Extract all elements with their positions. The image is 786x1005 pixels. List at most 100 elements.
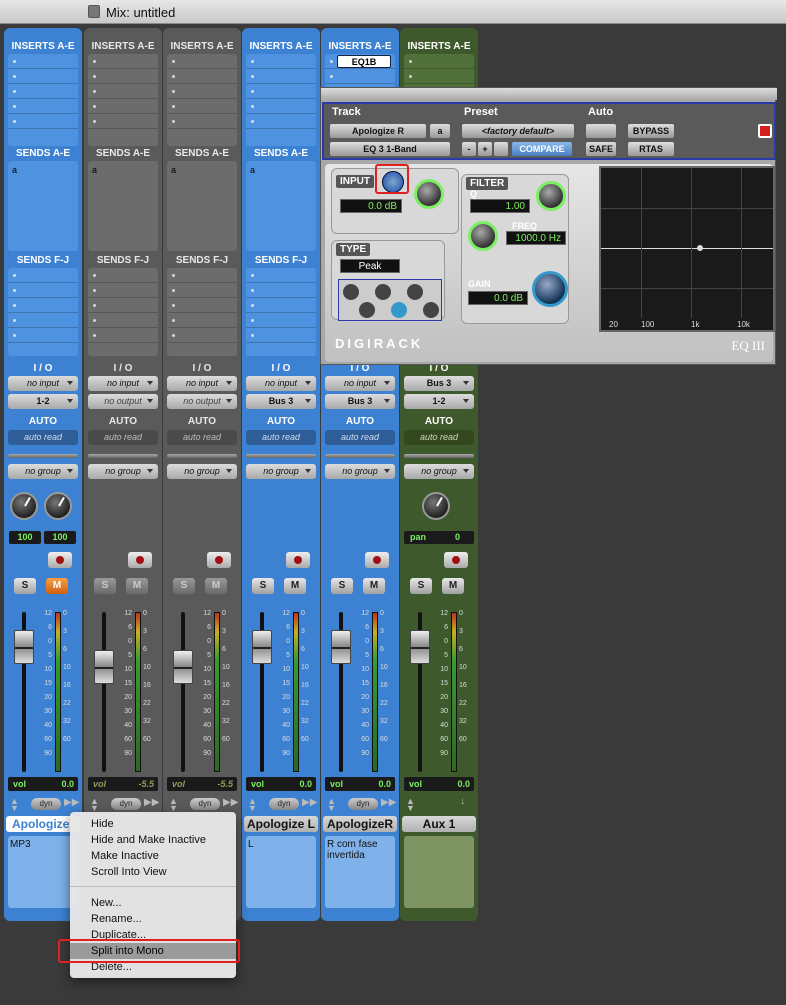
insert-slot[interactable] [88, 114, 158, 129]
insert-select[interactable]: EQ 3 1-Band [330, 142, 450, 156]
record-enable-button[interactable] [207, 552, 231, 568]
q-value[interactable]: 1.00 [470, 199, 530, 213]
volume-fader[interactable]: 12 6 0 5 10 15 20 30 40 60 90 0 3 6 10 16 22 32 60 [8, 608, 78, 783]
input-value[interactable]: 0.0 dB [340, 199, 402, 213]
insert-slot[interactable] [8, 84, 78, 99]
down-arrow-icon[interactable]: ↓ [460, 796, 465, 807]
volume-readout[interactable]: vol 0.0 [8, 777, 78, 791]
send-slot[interactable] [246, 328, 316, 343]
fader-cap[interactable] [252, 630, 272, 664]
group-selector[interactable]: no group [246, 464, 316, 479]
record-enable-button[interactable] [365, 552, 389, 568]
menu-item-hide[interactable]: Hide [70, 816, 236, 832]
input-selector[interactable]: Bus 3 [404, 376, 474, 391]
volume-fader[interactable]: 12 6 0 5 10 15 20 30 40 60 90 0 3 6 10 16 22 32 60 [246, 608, 316, 783]
dynamic-transport-button[interactable]: dyn [190, 798, 220, 810]
eq-curve-handle[interactable] [697, 245, 703, 251]
menu-item-scroll-into-view[interactable]: Scroll Into View [70, 864, 236, 880]
volume-fader[interactable]: 12 6 0 5 10 15 20 30 40 60 90 0 3 6 10 16 22 32 60 [88, 608, 158, 783]
output-selector[interactable]: no output [88, 394, 158, 409]
track-sub-select[interactable]: a [430, 124, 450, 138]
dynamic-transport-button[interactable]: dyn [269, 798, 299, 810]
send-slot[interactable] [167, 313, 237, 328]
send-slot[interactable] [88, 298, 158, 313]
fader-cap[interactable] [94, 650, 114, 684]
solo-button[interactable]: S [14, 578, 36, 594]
insert-slot[interactable] [167, 69, 237, 84]
fast-forward-icon[interactable]: ▶▶ [64, 797, 79, 808]
group-selector[interactable]: no group [88, 464, 158, 479]
fast-forward-icon[interactable]: ▶▶ [302, 797, 317, 808]
fast-forward-icon[interactable]: ▶▶ [381, 797, 396, 808]
freq-knob[interactable] [468, 221, 498, 251]
record-enable-button[interactable] [444, 552, 468, 568]
send-slot[interactable] [88, 328, 158, 343]
insert-slot[interactable] [8, 69, 78, 84]
pan-readout[interactable]: pan 0 [404, 531, 474, 544]
volume-readout[interactable]: vol -5.5 [88, 777, 158, 791]
automation-mode[interactable]: auto read [325, 430, 395, 445]
send-slot[interactable] [167, 268, 237, 283]
type-value[interactable]: Peak [340, 259, 400, 273]
send-slot[interactable] [8, 328, 78, 343]
menu-item-hide-inactive[interactable]: Hide and Make Inactive [70, 832, 236, 848]
send-slot[interactable] [8, 268, 78, 283]
auto-enable-icon[interactable] [586, 124, 616, 138]
pan-left-knob[interactable] [10, 492, 38, 520]
insert-slot[interactable] [246, 84, 316, 99]
preset-select[interactable]: <factory default> [462, 124, 574, 138]
insert-slot[interactable] [246, 114, 316, 129]
mute-button[interactable]: M [126, 578, 148, 594]
menu-item-rename[interactable]: Rename... [70, 911, 236, 927]
q-knob[interactable] [536, 181, 566, 211]
dynamic-transport-button[interactable]: dyn [31, 798, 61, 810]
dynamic-transport-button[interactable]: dyn [348, 798, 378, 810]
insert-slot[interactable] [167, 99, 237, 114]
high-shelf-icon[interactable] [407, 284, 423, 300]
menu-item-make-inactive[interactable]: Make Inactive [70, 848, 236, 864]
solo-button[interactable]: S [331, 578, 353, 594]
output-selector[interactable]: 1-2 [404, 394, 474, 409]
nudge-arrows-icon[interactable]: ▲ ▼ [327, 797, 336, 813]
send-slot[interactable] [167, 283, 237, 298]
insert-slot[interactable] [8, 99, 78, 114]
mute-button[interactable]: M [442, 578, 464, 594]
insert-slot[interactable] [167, 84, 237, 99]
insert-slot[interactable] [167, 54, 237, 69]
nudge-arrows-icon[interactable]: ▲ ▼ [169, 797, 178, 813]
sends-ae[interactable]: a [246, 161, 316, 251]
compare-button[interactable]: COMPARE [512, 142, 572, 156]
eq-curve-graph[interactable]: 20 100 1k 10k [599, 166, 775, 332]
preset-librarian-icon[interactable] [494, 142, 508, 156]
track-name[interactable]: Apologize L [244, 816, 318, 832]
safe-button[interactable]: SAFE [586, 142, 616, 156]
send-slot[interactable] [8, 298, 78, 313]
volume-readout[interactable]: vol 0.0 [404, 777, 474, 791]
bypass-button[interactable]: BYPASS [628, 124, 674, 138]
send-slot[interactable] [167, 298, 237, 313]
sends-ae[interactable]: a [167, 161, 237, 251]
high-pass-icon[interactable] [359, 302, 375, 318]
insert-slot[interactable] [167, 114, 237, 129]
volume-readout[interactable]: vol 0.0 [325, 777, 395, 791]
group-selector[interactable]: no group [8, 464, 78, 479]
send-slot[interactable] [246, 313, 316, 328]
insert-slot[interactable] [88, 69, 158, 84]
output-selector[interactable]: no output [167, 394, 237, 409]
record-enable-button[interactable] [286, 552, 310, 568]
send-slot[interactable] [246, 298, 316, 313]
insert-slot[interactable]: EQ1B [325, 54, 395, 69]
solo-button[interactable]: S [94, 578, 116, 594]
nudge-arrows-icon[interactable]: ▲ ▼ [90, 797, 99, 813]
preset-next-button[interactable]: + [478, 142, 492, 156]
send-slot[interactable] [8, 313, 78, 328]
solo-button[interactable]: S [410, 578, 432, 594]
input-selector[interactable]: no input [167, 376, 237, 391]
send-slot[interactable] [88, 283, 158, 298]
low-shelf-icon[interactable] [343, 284, 359, 300]
gain-value[interactable]: 0.0 dB [468, 291, 528, 305]
output-selector[interactable]: 1-2 [8, 394, 78, 409]
input-gain-knob[interactable] [414, 179, 444, 209]
send-slot[interactable] [88, 268, 158, 283]
input-selector[interactable]: no input [8, 376, 78, 391]
